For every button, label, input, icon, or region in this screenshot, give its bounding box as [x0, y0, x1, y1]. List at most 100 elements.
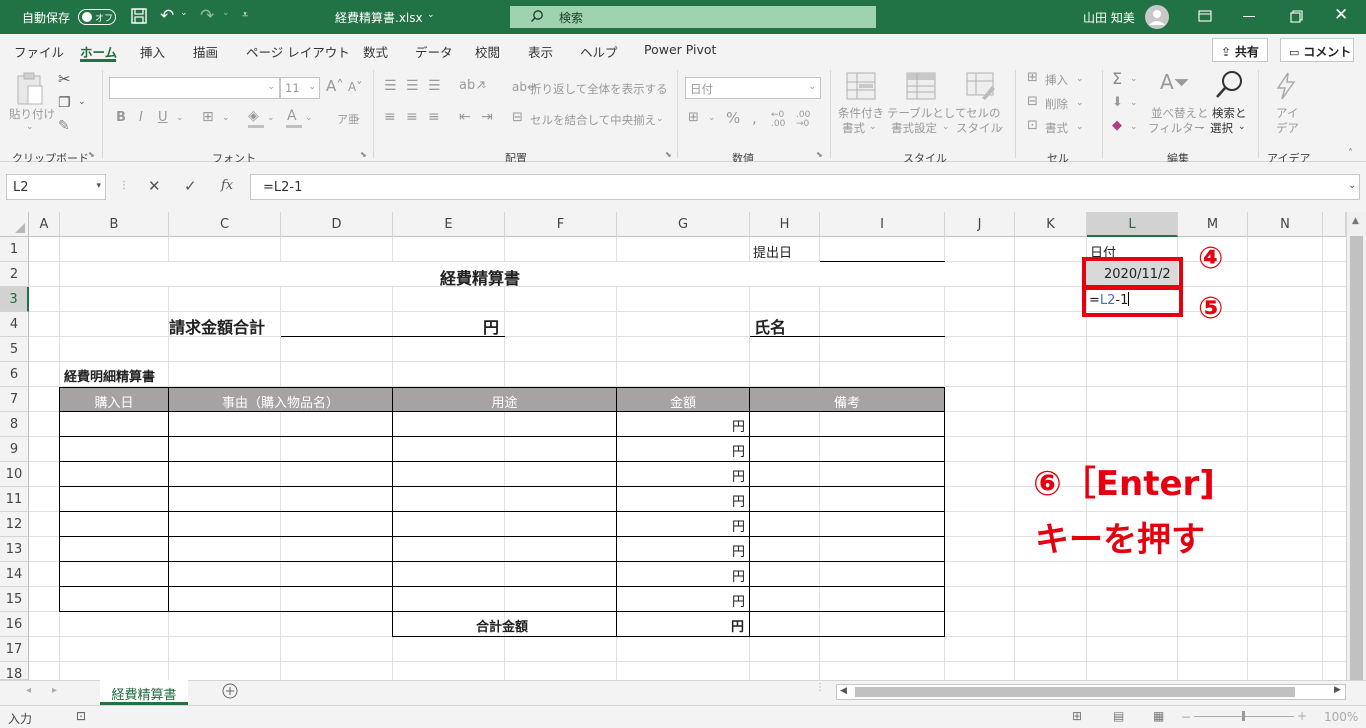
insert-dropdown-icon[interactable]: ⌄: [1076, 74, 1084, 84]
merge-center-label[interactable]: セルを結合して中央揃え: [530, 112, 656, 128]
align-top-icon[interactable]: ☰: [384, 78, 397, 94]
formula-input[interactable]: =L2-1: [250, 174, 1360, 200]
font-color-icon[interactable]: A: [287, 108, 297, 124]
fill-color-icon[interactable]: ◈: [248, 108, 259, 124]
share-button[interactable]: ⇪ 共有: [1212, 38, 1268, 62]
tab-draw[interactable]: 描画: [193, 42, 218, 61]
cell-styles-dropdown-icon[interactable]: ⌄: [997, 122, 1005, 132]
format-cells-icon[interactable]: ⊡: [1027, 118, 1038, 133]
align-center-icon[interactable]: ≡: [406, 109, 418, 125]
name-box[interactable]: L2 ▾: [6, 174, 106, 200]
row-header-3[interactable]: 3: [0, 287, 29, 312]
scroll-left-icon[interactable]: ◀: [840, 686, 847, 696]
tab-review[interactable]: 校閲: [475, 42, 500, 61]
tab-scroll-grip-icon[interactable]: ⋮: [815, 682, 825, 693]
prev-sheet-icon[interactable]: ◂: [26, 685, 31, 696]
increase-decimal-icon[interactable]: ←0.00: [771, 111, 785, 129]
undo-dropdown-icon[interactable]: ⌄: [180, 8, 188, 18]
merge-center-icon[interactable]: ⊟: [512, 110, 523, 125]
tab-formulas[interactable]: 数式: [363, 42, 388, 61]
col-header-h[interactable]: H: [750, 212, 820, 237]
conditional-format-dropdown-icon[interactable]: ⌄: [869, 122, 877, 132]
row-header-15[interactable]: 15: [0, 587, 29, 612]
cut-icon[interactable]: ✂: [58, 70, 71, 88]
paste-icon[interactable]: [14, 72, 46, 106]
scroll-right-icon[interactable]: ▶: [1334, 685, 1341, 695]
row-header-1[interactable]: 1: [0, 237, 29, 262]
page-break-view-icon[interactable]: ▦: [1153, 709, 1164, 723]
ideas-icon[interactable]: [1274, 72, 1298, 100]
col-header-b[interactable]: B: [60, 212, 169, 237]
vertical-scroll-thumb[interactable]: [1350, 236, 1363, 716]
expand-formula-bar-icon[interactable]: ⌄: [1348, 180, 1356, 191]
percent-icon[interactable]: %: [726, 109, 740, 127]
row-header-14[interactable]: 14: [0, 562, 29, 587]
col-header-d[interactable]: D: [281, 212, 393, 237]
italic-icon[interactable]: I: [139, 110, 143, 125]
borders-dropdown-icon[interactable]: ⌄: [222, 113, 230, 123]
tab-data[interactable]: データ: [415, 42, 453, 61]
row-header-6[interactable]: 6: [0, 362, 29, 387]
font-grow-icon[interactable]: A˄: [326, 77, 344, 95]
row-header-5[interactable]: 5: [0, 337, 29, 362]
col-header-k[interactable]: K: [1015, 212, 1087, 237]
col-header-g[interactable]: G: [617, 212, 750, 237]
format-cells-label[interactable]: 書式: [1045, 120, 1068, 136]
row-header-10[interactable]: 10: [0, 462, 29, 487]
row-header-13[interactable]: 13: [0, 537, 29, 562]
conditional-format-label-2[interactable]: 書式: [842, 120, 865, 136]
alignment-launcher-icon[interactable]: ⬊: [665, 150, 672, 159]
tab-file[interactable]: ファイル: [14, 42, 64, 61]
normal-view-icon[interactable]: ⊞: [1072, 709, 1082, 723]
zoom-level[interactable]: 100%: [1324, 710, 1358, 724]
find-select-label-2[interactable]: 選択: [1210, 120, 1233, 136]
underline-dropdown-icon[interactable]: ⌄: [176, 113, 184, 123]
accounting-dropdown-icon[interactable]: ⌄: [708, 113, 716, 123]
row-header-11[interactable]: 11: [0, 487, 29, 512]
col-header-a[interactable]: A: [29, 212, 60, 237]
increase-indent-icon[interactable]: ⇥: [481, 109, 493, 125]
autosave-toggle[interactable]: オフ: [78, 9, 116, 25]
ideas-label-2[interactable]: デア: [1276, 120, 1299, 136]
row-header-9[interactable]: 9: [0, 437, 29, 462]
font-size-box[interactable]: 11 ⌄: [280, 77, 320, 99]
fill-color-dropdown-icon[interactable]: ⌄: [267, 113, 275, 123]
sheet-tab[interactable]: 経費精算書: [100, 680, 188, 705]
horizontal-scroll-thumb[interactable]: [855, 687, 1295, 697]
fill-icon[interactable]: ⬇: [1112, 95, 1123, 110]
restore-icon[interactable]: [1290, 10, 1303, 23]
accounting-format-icon[interactable]: ⊞: [688, 110, 699, 125]
font-shrink-icon[interactable]: A˅: [348, 80, 362, 94]
row-header-16[interactable]: 16: [0, 612, 29, 637]
underline-icon[interactable]: U: [158, 110, 168, 125]
select-all-button[interactable]: [0, 212, 29, 237]
ribbon-display-icon[interactable]: [1198, 10, 1212, 22]
sort-filter-dropdown-icon[interactable]: ⌄: [1198, 122, 1206, 132]
horizontal-scrollbar[interactable]: ◀: [836, 684, 1346, 700]
row-header-12[interactable]: 12: [0, 512, 29, 537]
table-format-icon[interactable]: [906, 72, 936, 100]
row-header-2[interactable]: 2: [0, 262, 29, 287]
cell-styles-label-2[interactable]: スタイル: [956, 120, 1002, 136]
phonetic-dropdown-icon[interactable]: ⌄: [354, 113, 362, 123]
filename-dropdown-icon[interactable]: ⌄: [427, 10, 435, 20]
conditional-format-icon[interactable]: [846, 72, 876, 100]
copy-dropdown-icon[interactable]: ⌄: [78, 97, 86, 107]
insert-cells-icon[interactable]: ⊞: [1027, 70, 1038, 85]
number-launcher-icon[interactable]: ⬊: [816, 150, 823, 159]
row-header-7[interactable]: 7: [0, 387, 29, 412]
paste-dropdown-icon[interactable]: ⌄: [26, 122, 34, 132]
orientation-dropdown-icon[interactable]: ⌄: [480, 81, 488, 91]
font-name-box[interactable]: ⌄: [109, 77, 280, 99]
ideas-label-1[interactable]: アイ: [1276, 105, 1298, 121]
fill-dropdown-icon[interactable]: ⌄: [1130, 98, 1138, 108]
insert-function-icon[interactable]: fx: [221, 178, 233, 193]
clear-dropdown-icon[interactable]: ⌄: [1130, 122, 1138, 132]
tab-page-layout[interactable]: ページ レイアウト: [246, 42, 350, 61]
enter-entry-icon[interactable]: ✓: [184, 177, 197, 195]
page-layout-view-icon[interactable]: ▤: [1113, 709, 1124, 723]
row-header-18[interactable]: 18: [0, 662, 29, 682]
decrease-indent-icon[interactable]: ⇤: [459, 109, 471, 125]
conditional-format-label-1[interactable]: 条件付き: [838, 105, 884, 121]
delete-dropdown-icon[interactable]: ⌄: [1076, 98, 1084, 108]
